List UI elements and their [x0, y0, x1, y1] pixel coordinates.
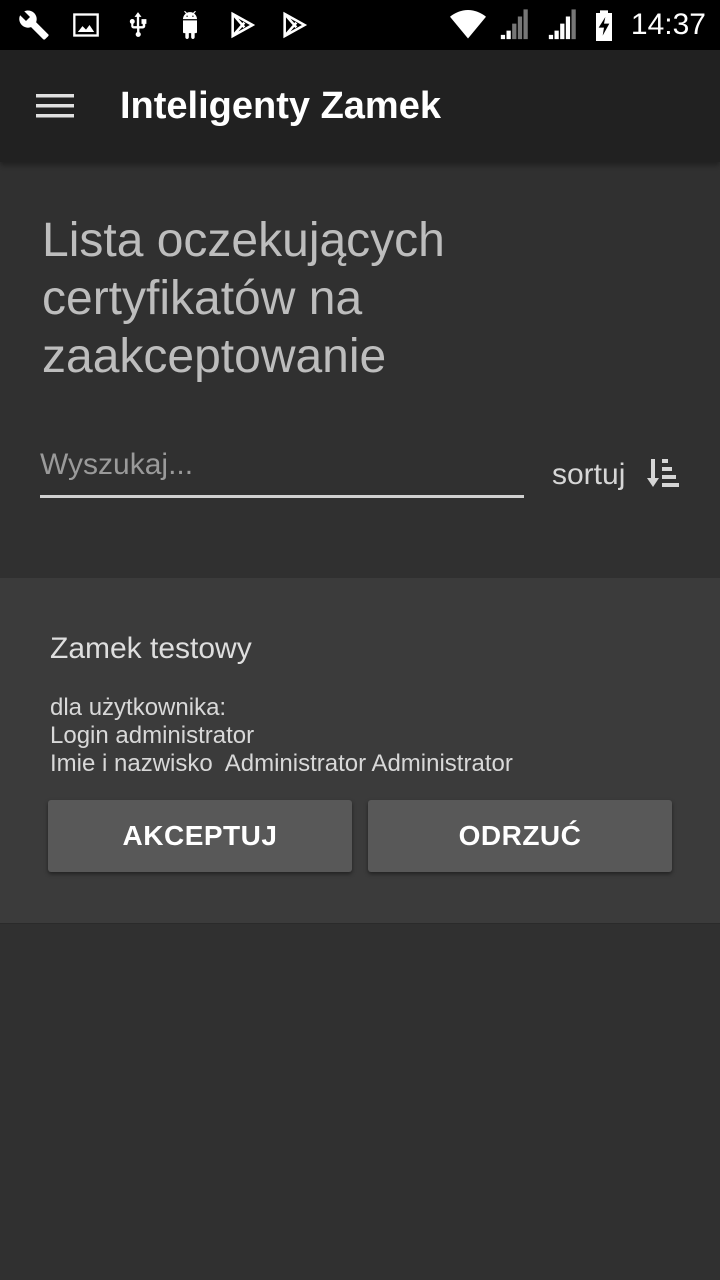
status-bar: 14:37 — [0, 0, 720, 50]
certificate-card: Zamek testowy dla użytkownika: Login adm… — [0, 578, 720, 924]
reject-button[interactable]: ODRZUĆ — [368, 800, 672, 872]
play-store-icon — [226, 9, 258, 41]
accept-button[interactable]: AKCEPTUJ — [48, 800, 352, 872]
search-input[interactable] — [40, 442, 524, 495]
signal-icon — [543, 9, 583, 41]
status-clock: 14:37 — [630, 8, 706, 41]
battery-charging-icon — [591, 9, 617, 41]
image-icon — [70, 9, 102, 41]
sort-control[interactable]: sortuj — [552, 450, 680, 500]
hamburger-menu-icon[interactable] — [0, 50, 112, 162]
notification-icons — [18, 9, 310, 41]
sort-label[interactable]: sortuj — [552, 458, 625, 492]
wifi-icon — [449, 9, 487, 41]
app-bar: Inteligenty Zamek — [0, 50, 720, 162]
app-title: Inteligenty Zamek — [120, 84, 441, 127]
play-store-icon — [278, 9, 310, 41]
page-title: Lista oczekujących certyfikatów na zaakc… — [42, 214, 445, 383]
sort-descending-icon[interactable] — [647, 456, 680, 495]
system-icons: 14:37 — [449, 8, 706, 42]
signal-icon — [495, 9, 535, 41]
filter-section: Lista oczekujących certyfikatów na zaakc… — [0, 162, 720, 578]
wrench-icon — [18, 9, 50, 41]
full-name-line: Imie i nazwisko Administrator Administra… — [50, 750, 513, 777]
usb-icon — [122, 9, 154, 41]
lock-name: Zamek testowy — [50, 632, 252, 665]
search-field — [40, 442, 524, 498]
for-user-label: dla użytkownika: — [50, 694, 227, 721]
login-line: Login administrator — [50, 722, 255, 749]
android-icon — [174, 9, 206, 41]
